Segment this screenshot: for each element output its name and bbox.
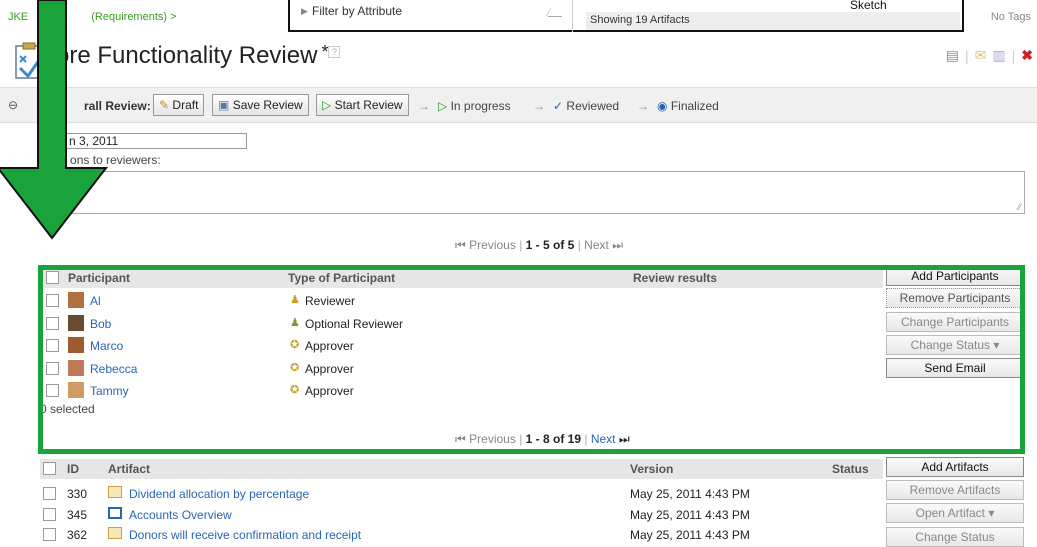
save-icon: ▣ [218, 98, 230, 112]
version-header[interactable]: Version [630, 462, 673, 476]
help-icon[interactable]: ? [328, 46, 341, 58]
divider [572, 0, 573, 32]
artifact-name[interactable]: Accounts Overview [129, 508, 232, 522]
artifact-row: 345 Accounts Overview May 25, 2011 4:43 … [40, 505, 883, 525]
separator: | [577, 238, 581, 252]
artifacts-table-header: ID Artifact Version Status [40, 459, 883, 479]
arrow-icon: → [533, 99, 545, 113]
filter-label: Filter by Attribute [312, 4, 403, 18]
state-arrow: → [533, 99, 545, 113]
row-checkbox[interactable] [43, 487, 56, 500]
play-icon: ▷ [438, 99, 448, 113]
artifact-id: 362 [67, 528, 88, 542]
finalized-label: Finalized [670, 99, 719, 113]
play-icon: ▷ [322, 98, 332, 112]
state-finalized: ◉ Finalized [657, 99, 719, 113]
title-toolbar: ▤ | ✉ ▥ | ✖ [946, 47, 1033, 64]
artifact-version: May 25, 2011 4:43 PM [630, 487, 750, 501]
artifact-version: May 25, 2011 4:43 PM [630, 528, 750, 542]
artifact-version: May 25, 2011 4:43 PM [630, 507, 750, 522]
no-tags-label: No Tags [990, 11, 1031, 23]
sketch-label: Sketch [850, 0, 887, 12]
draft-button[interactable]: ✎ Draft [153, 94, 205, 116]
save-review-label: Save Review [232, 98, 303, 112]
document-icon [108, 527, 122, 539]
resize-handle-icon[interactable]: ⁄⁄ [1018, 202, 1021, 212]
artifact-name[interactable]: Donors will receive confirmation and rec… [129, 528, 361, 542]
open-artifact-label: Open Artifact [915, 506, 985, 520]
artifact-header[interactable]: Artifact [108, 462, 150, 476]
report-icon[interactable]: ▤ [946, 47, 959, 64]
select-all-checkbox[interactable] [43, 462, 56, 475]
open-artifact-button[interactable]: Open Artifact ▾ [886, 503, 1024, 523]
delete-icon[interactable]: ✖ [1021, 47, 1033, 64]
separator: | [519, 238, 523, 252]
radio-icon: ◉ [657, 99, 668, 113]
id-header[interactable]: ID [67, 462, 79, 476]
edit-filter-icon[interactable]: ∕ [548, 7, 562, 19]
highlight-box [38, 265, 1025, 454]
start-review-label: Start Review [334, 98, 403, 112]
participants-pager: ⏮ Previous | 1 - 5 of 5 | Next ⏭ [455, 238, 623, 253]
state-arrow: → [418, 99, 430, 113]
check-icon: ✓ [553, 99, 564, 113]
state-in-progress: ▷ In progress [438, 99, 511, 113]
arrow-icon: → [637, 99, 649, 113]
state-arrow: → [637, 99, 649, 113]
row-checkbox[interactable] [43, 528, 56, 541]
instructions-textarea[interactable]: ⁄⁄ [40, 171, 1025, 214]
reviewed-label: Reviewed [566, 99, 620, 113]
previous-link[interactable]: Previous [469, 238, 516, 252]
separator: | [965, 47, 969, 64]
arrow-icon: → [418, 99, 430, 113]
change-status-button[interactable]: Change Status [886, 527, 1024, 547]
screen-icon [108, 506, 122, 519]
start-review-button[interactable]: ▷ Start Review [316, 94, 409, 116]
in-progress-label: In progress [450, 99, 511, 113]
document-icon [108, 486, 122, 498]
page-of: of 5 [553, 238, 575, 252]
first-page-icon[interactable]: ⏮ [455, 238, 466, 252]
next-link[interactable]: Next [584, 238, 609, 252]
unsaved-star: * [321, 42, 329, 62]
add-artifacts-button[interactable]: Add Artifacts [886, 457, 1024, 477]
status-header[interactable]: Status [832, 462, 869, 476]
dropdown-icon: ▾ [988, 506, 995, 520]
separator: | [1011, 47, 1016, 64]
artifact-name[interactable]: Dividend allocation by percentage [129, 487, 309, 501]
artifact-filter-popup: ▶ Filter by Attribute ∕ Showing 19 Artif… [288, 0, 964, 32]
artifact-row: 362 Donors will receive confirmation and… [40, 525, 883, 545]
save-review-button[interactable]: ▣ Save Review [212, 94, 309, 116]
row-checkbox[interactable] [43, 507, 56, 521]
down-arrow-annotation [0, 0, 109, 240]
expand-triangle-icon[interactable]: ▶ [301, 6, 308, 17]
draft-label: Draft [172, 98, 199, 112]
last-page-icon[interactable]: ⏭ [612, 238, 623, 252]
filter-by-attribute[interactable]: ▶ Filter by Attribute ∕ [298, 4, 570, 24]
pencil-icon: ✎ [159, 98, 170, 112]
review-status-bar: ⊖ rall Review: ✎ Draft ▣ Save Review ▷ S… [0, 87, 1037, 123]
copy-icon[interactable]: ▥ [992, 47, 1005, 64]
remove-artifacts-button[interactable]: Remove Artifacts [886, 480, 1024, 500]
artifact-id: 330 [67, 487, 88, 501]
page-range: 1 - 5 [525, 238, 550, 252]
comment-icon[interactable]: ✉ [975, 47, 987, 64]
artifact-id: 345 [67, 507, 88, 522]
state-reviewed: ✓ Reviewed [553, 99, 619, 113]
showing-count: Showing 19 Artifacts [586, 12, 960, 30]
artifact-row: 330 Dividend allocation by percentage Ma… [40, 484, 883, 504]
